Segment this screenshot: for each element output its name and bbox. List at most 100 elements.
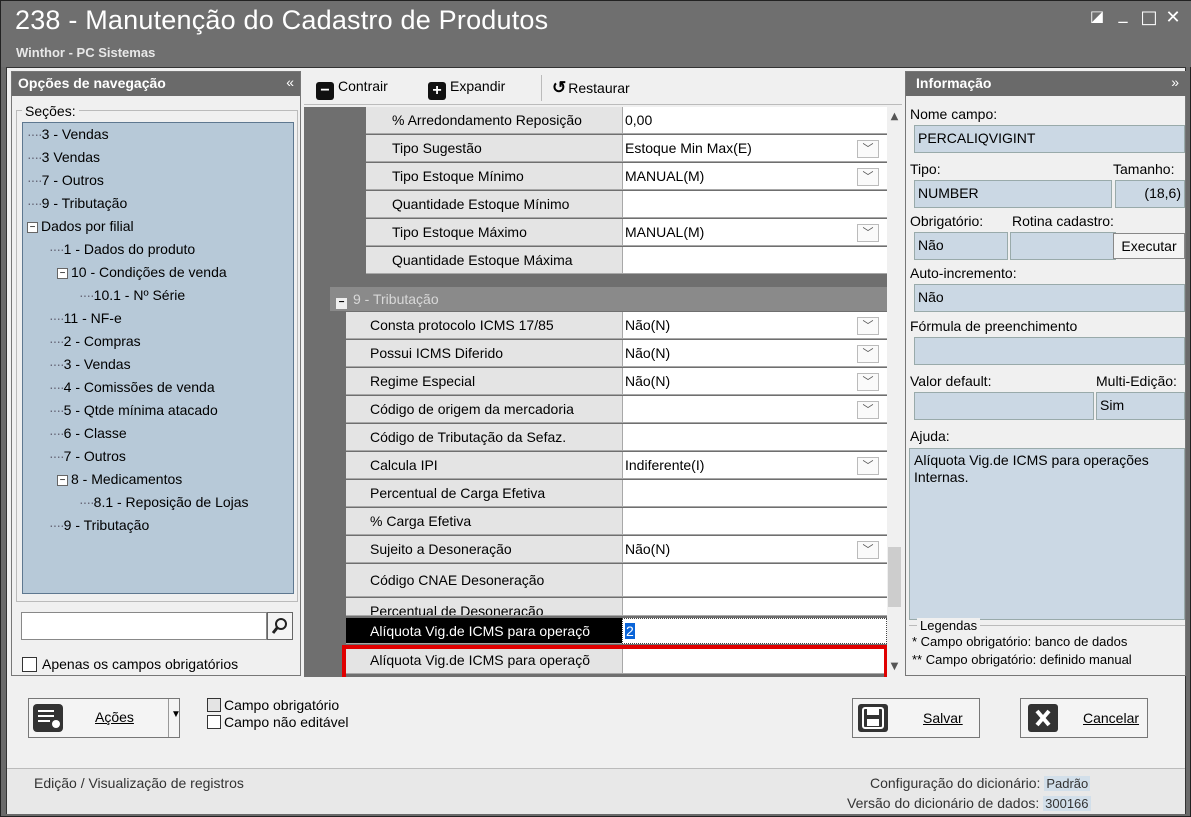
tree-item[interactable]: ····3 - Vendas bbox=[49, 355, 131, 373]
tree-item[interactable]: ····9 - Tributação bbox=[49, 516, 149, 534]
grid-row-value[interactable]: 0,00 bbox=[622, 107, 887, 134]
information-header: Informação » bbox=[906, 72, 1187, 96]
expand-button[interactable]: + Expandir bbox=[428, 78, 505, 100]
tree-item[interactable]: ····1 - Dados do produto bbox=[49, 240, 195, 258]
save-button[interactable]: Salvar bbox=[852, 698, 980, 738]
grid-row-value[interactable]: ... bbox=[622, 564, 887, 597]
only-required-checkbox[interactable]: Apenas os campos obrigatórios bbox=[22, 656, 238, 672]
grid-row[interactable]: % Carga Efetiva bbox=[304, 508, 887, 536]
chevron-down-icon[interactable]: ﹀ bbox=[857, 168, 879, 186]
tree-item[interactable]: ····11 - NF-e bbox=[49, 309, 122, 327]
grid-row-selected[interactable]: Alíquota Vig.de ICMS para operaçõ 2 bbox=[304, 618, 887, 644]
grid-row[interactable]: Percentual de Carga Efetiva bbox=[304, 480, 887, 508]
collapse-group-icon[interactable]: − bbox=[336, 298, 347, 309]
execute-button[interactable]: Executar bbox=[1113, 233, 1185, 259]
chevron-down-icon[interactable]: ﹀ bbox=[857, 541, 879, 559]
grid-row[interactable]: Quantidade Estoque Máxima bbox=[304, 247, 887, 275]
chevron-down-icon[interactable]: ﹀ bbox=[857, 140, 879, 158]
tree-item[interactable]: ····4 - Comissões de venda bbox=[49, 378, 215, 396]
collapse-left-icon[interactable]: « bbox=[286, 74, 294, 90]
tree-item[interactable]: ····2 - Compras bbox=[49, 332, 141, 350]
information-title: Informação bbox=[916, 75, 992, 91]
grid-row[interactable]: Percentual de Desoneração bbox=[304, 598, 887, 616]
collapse-node-icon[interactable]: − bbox=[57, 268, 68, 279]
tree-item[interactable]: ····9 - Tributação bbox=[27, 194, 127, 212]
legend-required-swatch bbox=[207, 698, 221, 712]
grid-row[interactable]: Calcula IPI Indiferente(I) ﹀ bbox=[304, 452, 887, 480]
tree-item[interactable]: ····10.1 - Nº Série bbox=[79, 286, 185, 304]
grid-row[interactable]: Consta protocolo ICMS 17/85 Não(N) ﹀ bbox=[304, 312, 887, 340]
contract-button[interactable]: − Contrair bbox=[316, 78, 388, 100]
maximize-icon[interactable]: □ bbox=[1137, 7, 1161, 28]
grid-scrollbar[interactable]: ▲ ▼ bbox=[887, 107, 902, 677]
chevron-down-icon[interactable]: ﹀ bbox=[857, 317, 879, 335]
grid-row-value[interactable]: Indiferente(I) ﹀ bbox=[622, 452, 887, 479]
chevron-down-icon[interactable]: ﹀ bbox=[857, 373, 879, 391]
group-header-tributacao[interactable]: −9 - Tributação bbox=[330, 287, 887, 311]
grid-row[interactable]: Quantidade Estoque Mínimo bbox=[304, 191, 887, 219]
grid-row[interactable]: Tipo Estoque Máximo MANUAL(M) ﹀ bbox=[304, 219, 887, 247]
grid-row[interactable]: Código de Tributação da Sefaz. bbox=[304, 424, 887, 452]
selected-value[interactable]: 2 bbox=[625, 623, 635, 639]
collapse-node-icon[interactable]: − bbox=[27, 222, 38, 233]
grid-row-value[interactable]: Não(N) ﹀ bbox=[622, 536, 887, 563]
tree-item[interactable]: ····7 - Outros bbox=[49, 447, 126, 465]
scrollbar-thumb[interactable] bbox=[888, 547, 901, 607]
chevron-down-icon[interactable]: ▼ bbox=[171, 709, 181, 720]
tree-item[interactable]: − Dados por filial bbox=[27, 217, 134, 235]
tree-item[interactable]: ····3 - Vendas bbox=[27, 125, 109, 143]
cancel-button[interactable]: Cancelar bbox=[1020, 698, 1148, 738]
grid-row-value[interactable]: Não(N) ﹀ bbox=[622, 368, 887, 395]
grid-row-value[interactable]: Estoque Min Max(E) ﹀ bbox=[622, 135, 887, 162]
collapse-node-icon[interactable]: − bbox=[57, 475, 68, 486]
chevron-down-icon[interactable]: ﹀ bbox=[857, 345, 879, 363]
grid-row-value[interactable]: MANUAL(M) ﹀ bbox=[622, 219, 887, 246]
grid-row[interactable]: Tipo Estoque Mínimo MANUAL(M) ﹀ bbox=[304, 163, 887, 191]
chevron-down-icon[interactable]: ﹀ bbox=[857, 224, 879, 242]
grid-row[interactable]: % Arredondamento Reposição 0,00 bbox=[304, 107, 887, 135]
grid-row[interactable]: Possui ICMS Diferido Não(N) ﹀ bbox=[304, 340, 887, 368]
grid-row-value[interactable]: Não(N) ﹀ bbox=[622, 312, 887, 339]
grid-row[interactable]: Tipo Sugestão Estoque Min Max(E) ﹀ bbox=[304, 135, 887, 163]
grid-row-value[interactable] bbox=[622, 598, 887, 616]
scroll-up-icon[interactable]: ▲ bbox=[888, 111, 901, 122]
close-icon[interactable]: ✕ bbox=[1161, 7, 1185, 28]
tree-item[interactable]: ····3 Vendas bbox=[27, 148, 100, 166]
grid-row[interactable]: Regime Especial Não(N) ﹀ bbox=[304, 368, 887, 396]
minimize-icon[interactable]: _ bbox=[1111, 3, 1135, 24]
tree-item[interactable]: ····5 - Qtde mínima atacado bbox=[49, 401, 218, 419]
default-label: Valor default: bbox=[910, 373, 992, 389]
grid-row-value[interactable]: ﹀ bbox=[622, 396, 887, 423]
scroll-down-icon[interactable]: ▼ bbox=[888, 661, 901, 672]
tree-item[interactable]: −8 - Medicamentos bbox=[57, 470, 182, 488]
grid-row-value[interactable] bbox=[622, 191, 887, 218]
collapse-right-icon[interactable]: » bbox=[1171, 74, 1179, 90]
actions-button[interactable]: Ações ▼ bbox=[28, 698, 181, 738]
grid-row-value-editor[interactable]: 2 bbox=[622, 618, 887, 644]
grid-row-label: Alíquota Vig.de ICMS para operaçõ bbox=[346, 618, 622, 644]
search-input[interactable] bbox=[21, 612, 267, 640]
window-subtitle: Winthor - PC Sistemas bbox=[16, 45, 156, 60]
search-icon[interactable] bbox=[267, 612, 293, 640]
chevron-down-icon[interactable]: ﹀ bbox=[857, 401, 879, 419]
tree-item[interactable]: ····6 - Classe bbox=[49, 424, 127, 442]
grid-row-value[interactable]: MANUAL(M) ﹀ bbox=[622, 163, 887, 190]
property-grid-panel: − Contrair + Expandir ↺ Restaurar % Arredon… bbox=[304, 71, 902, 677]
title-bar[interactable]: 238 - Manutenção do Cadastro de Produtos… bbox=[1, 1, 1191, 67]
grid-row[interactable]: Sujeito a Desoneração Não(N) ﹀ bbox=[304, 536, 887, 564]
restore-button[interactable]: ↺ Restaurar bbox=[552, 78, 630, 98]
chevron-down-icon[interactable]: ﹀ bbox=[857, 457, 879, 475]
tree-item[interactable]: −10 - Condições de venda bbox=[57, 263, 227, 281]
grid-row-value[interactable] bbox=[622, 424, 887, 451]
grid-row-value[interactable] bbox=[622, 247, 887, 274]
tree-item[interactable]: ····7 - Outros bbox=[27, 171, 104, 189]
sections-tree[interactable]: ····3 - Vendas ····3 Vendas ····7 - Outr… bbox=[22, 122, 294, 594]
grid-row[interactable]: Código CNAE Desoneração ... bbox=[304, 564, 887, 598]
grid-row-value[interactable] bbox=[622, 508, 887, 535]
grid-row-value[interactable] bbox=[622, 480, 887, 507]
restore-icon[interactable]: ◪ bbox=[1085, 7, 1109, 25]
tree-item[interactable]: ····8.1 - Reposição de Lojas bbox=[79, 493, 249, 511]
grid-row[interactable]: Código de origem da mercadoria ﹀ bbox=[304, 396, 887, 424]
grid-row-value[interactable]: Não(N) ﹀ bbox=[622, 340, 887, 367]
checkbox-box[interactable] bbox=[22, 657, 37, 672]
